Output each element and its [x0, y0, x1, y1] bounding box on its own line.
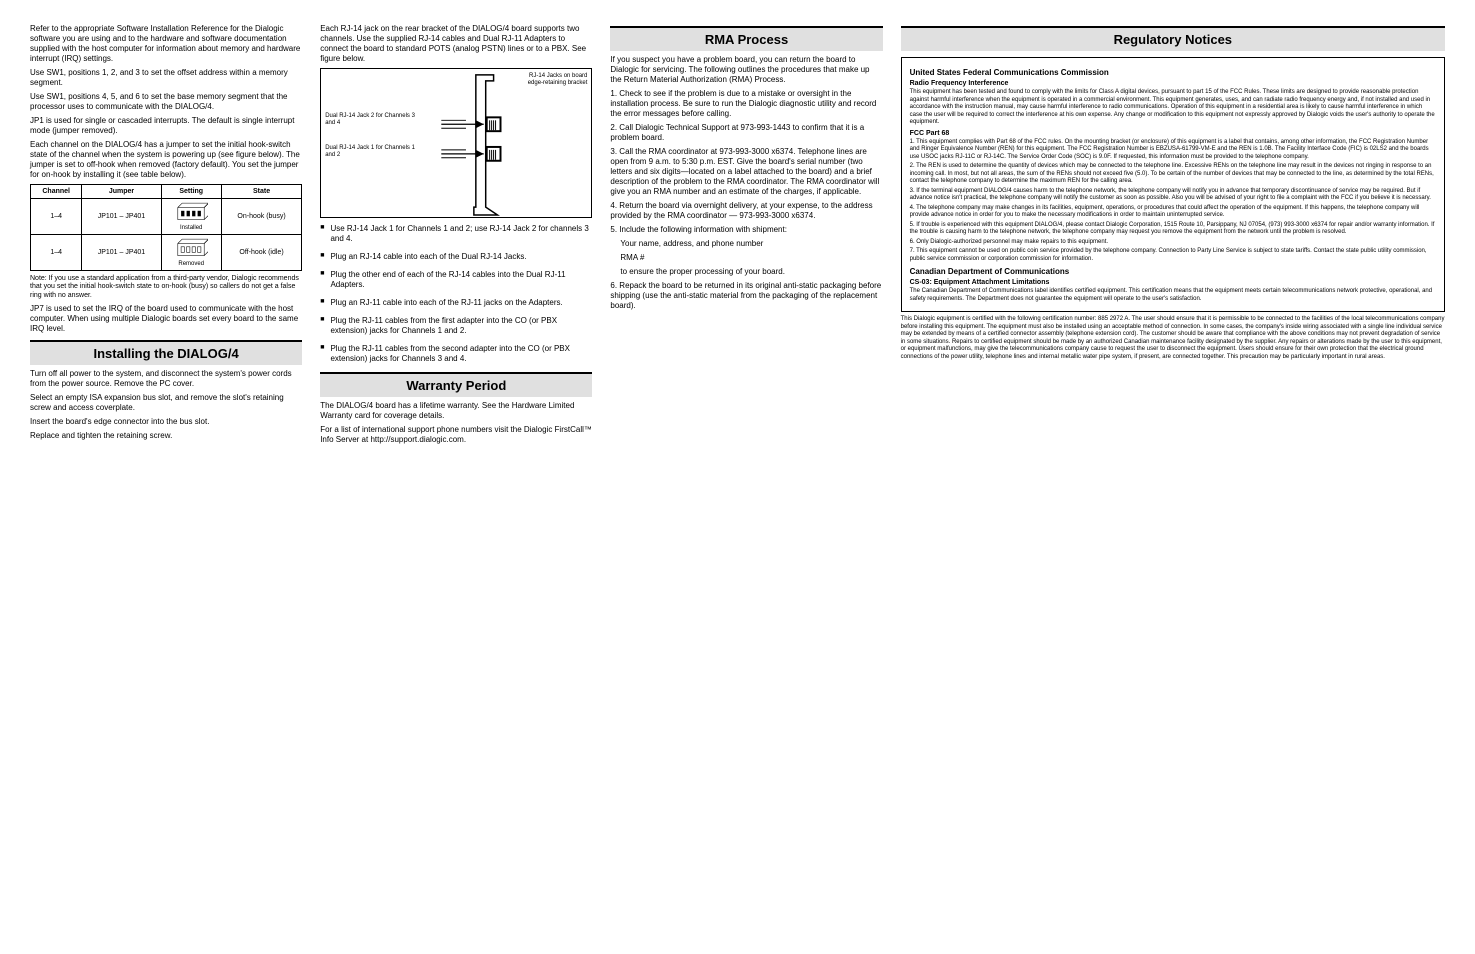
col-4: Regulatory Notices United States Federal… [901, 20, 1445, 449]
bullet-icon: ■ [320, 344, 324, 364]
cable-para: Each RJ-14 jack on the rear bracket of t… [320, 24, 592, 64]
setting-label: Installed [180, 225, 202, 231]
list-item: ■ Plug an RJ-14 cable into each of the Du… [320, 252, 592, 262]
col1-note: Note: If you use a standard application … [30, 275, 302, 300]
cell-channel: 1–4 [31, 199, 82, 235]
bullet-text: Plug the RJ-11 cables from the first ada… [330, 316, 592, 336]
bullet-icon: ■ [320, 224, 324, 244]
cable-bullets: ■ Use RJ-14 Jack 1 for Channels 1 and 2; … [320, 224, 592, 364]
cell-channel: 1–4 [31, 235, 82, 271]
part68-heading: FCC Part 68 [910, 130, 1436, 137]
rma-sub: Your name, address, and phone number [610, 239, 882, 249]
jumper-removed-icon [174, 238, 208, 260]
install-p1: Turn off all power to the system, and di… [30, 369, 302, 389]
rj14-figure: Dual RJ-14 Jack 2 for Channels 3 and 4 D… [320, 68, 592, 218]
col-3: RMA Process If you suspect you have a pr… [610, 20, 882, 449]
part68-item: 1. This equipment complies with Part 68 … [910, 139, 1436, 162]
rma-step: 2. Call Dialogic Technical Support at 97… [610, 123, 882, 143]
regulatory-box: United States Federal Communications Com… [901, 57, 1445, 312]
col1-para5: Each channel on the DIALOG/4 has a jumpe… [30, 140, 302, 180]
cell-setting: Installed [161, 199, 221, 235]
table-row: 1–4 JP101 – JP401 Installed On-hook (bus… [31, 199, 302, 235]
part68-item: 3. If the terminal equipment DIALOG/4 ca… [910, 188, 1436, 203]
bullet-icon: ■ [320, 298, 324, 308]
cell-jumper: JP101 – JP401 [82, 199, 161, 235]
warranty-p2: For a list of international support phon… [320, 425, 592, 445]
reg-footer: This Dialogic equipment is certified wit… [901, 316, 1445, 361]
canada-heading: Canadian Department of Communications [910, 267, 1436, 276]
bullet-text: Plug an RJ-11 cable into each of the RJ-… [330, 298, 562, 308]
bullet-text: Plug the RJ-11 cables from the second ad… [330, 344, 592, 364]
rma-step: 3. Call the RMA coordinator at 973-993-3… [610, 147, 882, 197]
rfi-text: This equipment has been tested and found… [910, 89, 1436, 127]
install-p2: Select an empty ISA expansion bus slot, … [30, 393, 302, 413]
warranty-title: Warranty Period [320, 372, 592, 397]
part68-item: 2. The REN is used to determine the quan… [910, 163, 1436, 186]
rma-sub: to ensure the proper processing of your … [610, 267, 882, 277]
bullet-icon: ■ [320, 316, 324, 336]
th-state: State [221, 185, 301, 199]
cell-setting: Removed [161, 235, 221, 271]
cs03-text: The Canadian Department of Communication… [910, 288, 1436, 303]
col-1: Refer to the appropriate Software Instal… [30, 20, 302, 449]
page-columns: Refer to the appropriate Software Instal… [30, 20, 1445, 449]
col-2: Each RJ-14 jack on the rear bracket of t… [320, 20, 592, 449]
cell-jumper: JP101 – JP401 [82, 235, 161, 271]
list-item: ■ Plug the RJ-11 cables from the first ad… [320, 316, 592, 336]
col1-para4: JP1 is used for single or cascaded inter… [30, 116, 302, 136]
installing-title: Installing the DIALOG/4 [30, 340, 302, 365]
cell-state: Off-hook (idle) [221, 235, 301, 271]
table-row: 1–4 JP101 – JP401 Removed Off-hook (idle… [31, 235, 302, 271]
regulatory-title: Regulatory Notices [901, 26, 1445, 51]
fig-label-jack2: Dual RJ-14 Jack 2 for Channels 3 and 4 [325, 113, 415, 126]
rma-title: RMA Process [610, 26, 882, 51]
th-setting: Setting [161, 185, 221, 199]
cs03-heading: CS-03: Equipment Attachment Limitations [910, 279, 1436, 286]
col1-irq: JP7 is used to set the IRQ of the board … [30, 304, 302, 334]
col1-para1: Refer to the appropriate Software Instal… [30, 24, 302, 64]
rma-step: 4. Return the board via overnight delive… [610, 201, 882, 221]
th-channel: Channel [31, 185, 82, 199]
bracket-diagram-icon [321, 69, 591, 217]
cell-state: On-hook (busy) [221, 199, 301, 235]
warranty-p1: The DIALOG/4 board has a lifetime warran… [320, 401, 592, 421]
part68-item: 5. If trouble is experienced with this e… [910, 222, 1436, 237]
list-item: ■ Plug the RJ-11 cables from the second a… [320, 344, 592, 364]
part68-item: 7. This equipment cannot be used on publ… [910, 248, 1436, 263]
part68-item: 4. The telephone company may make change… [910, 205, 1436, 220]
jumper-table: Channel Jumper Setting State 1–4 JP101 –… [30, 184, 302, 271]
rma-step: 5. Include the following information wit… [610, 225, 882, 235]
setting-label: Removed [178, 261, 204, 267]
rma-step: 6. Repack the board to be returned in it… [610, 281, 882, 311]
bullet-text: Use RJ-14 Jack 1 for Channels 1 and 2; u… [330, 224, 592, 244]
jumper-installed-icon [174, 202, 208, 224]
bullet-icon: ■ [320, 252, 324, 262]
list-item: ■ Plug an RJ-11 cable into each of the RJ… [320, 298, 592, 308]
col1-para2: Use SW1, positions 1, 2, and 3 to set th… [30, 68, 302, 88]
th-jumper: Jumper [82, 185, 161, 199]
part68-item: 6. Only Dialogic-authorized personnel ma… [910, 239, 1436, 247]
col1-para3: Use SW1, positions 4, 5, and 6 to set th… [30, 92, 302, 112]
install-p3: Insert the board's edge connector into t… [30, 417, 302, 427]
install-p4: Replace and tighten the retaining screw. [30, 431, 302, 441]
bullet-icon: ■ [320, 270, 324, 290]
bullet-text: Plug the other end of each of the RJ-14 … [330, 270, 592, 290]
bullet-text: Plug an RJ-14 cable into each of the Dua… [330, 252, 526, 262]
rma-sub: RMA # [610, 253, 882, 263]
fig-label-plate: RJ-14 Jacks on board edge-retaining brac… [517, 73, 587, 86]
list-item: ■ Plug the other end of each of the RJ-14… [320, 270, 592, 290]
fig-label-jack1: Dual RJ-14 Jack 1 for Channels 1 and 2 [325, 145, 415, 158]
rma-intro: If you suspect you have a problem board,… [610, 55, 882, 85]
list-item: ■ Use RJ-14 Jack 1 for Channels 1 and 2; … [320, 224, 592, 244]
rma-step: 1. Check to see if the problem is due to… [610, 89, 882, 119]
us-fcc-heading: United States Federal Communications Com… [910, 68, 1436, 77]
rfi-heading: Radio Frequency Interference [910, 80, 1436, 87]
